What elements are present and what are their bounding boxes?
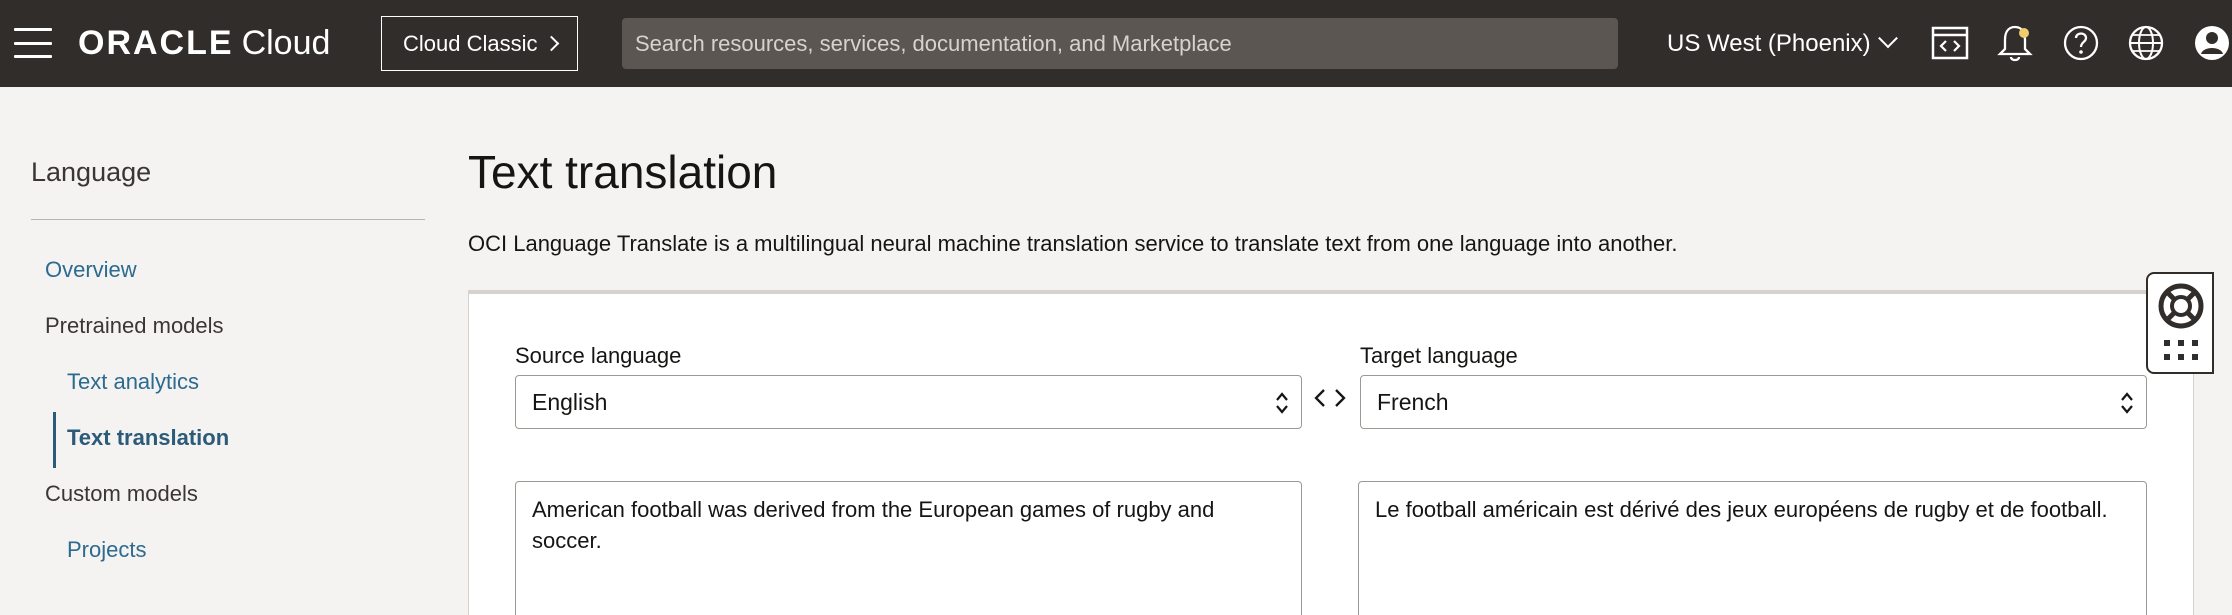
sidebar-item-overview[interactable]: Overview <box>45 257 137 283</box>
select-updown-icon <box>2121 392 2133 414</box>
language-globe-icon[interactable] <box>2126 22 2166 64</box>
sidebar-section-custom-models: Custom models <box>45 481 198 506</box>
region-label: US West (Phoenix) <box>1667 30 1871 57</box>
code-editor-icon[interactable] <box>1930 22 1970 64</box>
sidebar-item-projects[interactable]: Projects <box>67 537 146 563</box>
help-icon[interactable] <box>2061 22 2101 64</box>
cloud-classic-label: Cloud Classic <box>403 30 538 56</box>
profile-icon[interactable] <box>2192 22 2232 64</box>
sidebar-item-text-translation[interactable]: Text translation <box>67 425 229 451</box>
sidebar-item-text-analytics[interactable]: Text analytics <box>67 369 199 395</box>
translated-text-output[interactable]: Le football américain est dérivé des jeu… <box>1358 481 2147 615</box>
top-navigation-bar: ORACLE Cloud Cloud Classic US West (Phoe… <box>0 0 2232 87</box>
swap-languages-icon[interactable] <box>1312 383 1348 413</box>
target-language-label: Target language <box>1360 343 1518 368</box>
brand-oracle-text: ORACLE <box>78 23 234 62</box>
menu-icon[interactable] <box>14 28 52 58</box>
page-description: OCI Language Translate is a multilingual… <box>468 231 1678 256</box>
select-updown-icon <box>1276 392 1288 414</box>
apps-grid-icon <box>2164 340 2198 360</box>
target-language-value: French <box>1377 388 1449 415</box>
source-language-label: Source language <box>515 343 682 368</box>
lifebuoy-icon <box>2158 283 2204 329</box>
sidebar-section-pretrained-models: Pretrained models <box>45 313 224 338</box>
sidebar-divider <box>31 219 425 220</box>
source-language-select[interactable]: English <box>515 375 1302 429</box>
cloud-classic-button[interactable]: Cloud Classic <box>381 16 578 71</box>
chevron-down-icon <box>1877 28 1898 49</box>
source-text-input[interactable]: American football was derived from the E… <box>515 481 1302 615</box>
page-title: Text translation <box>468 146 778 198</box>
oracle-cloud-logo[interactable]: ORACLE Cloud <box>78 20 330 66</box>
notifications-icon[interactable] <box>1995 22 2035 64</box>
active-item-indicator <box>53 412 56 468</box>
left-navigation: Language Overview Pretrained models Text… <box>0 87 440 615</box>
brand-cloud-text: Cloud <box>241 23 331 62</box>
chevron-right-icon <box>543 35 559 52</box>
search-input[interactable] <box>635 30 1618 57</box>
help-widget[interactable] <box>2146 272 2214 374</box>
source-language-value: English <box>532 388 608 415</box>
search-bar[interactable] <box>622 18 1618 69</box>
target-language-select[interactable]: French <box>1360 375 2147 429</box>
sidebar-title: Language <box>31 157 152 187</box>
region-selector[interactable]: US West (Phoenix) <box>1667 26 1898 62</box>
